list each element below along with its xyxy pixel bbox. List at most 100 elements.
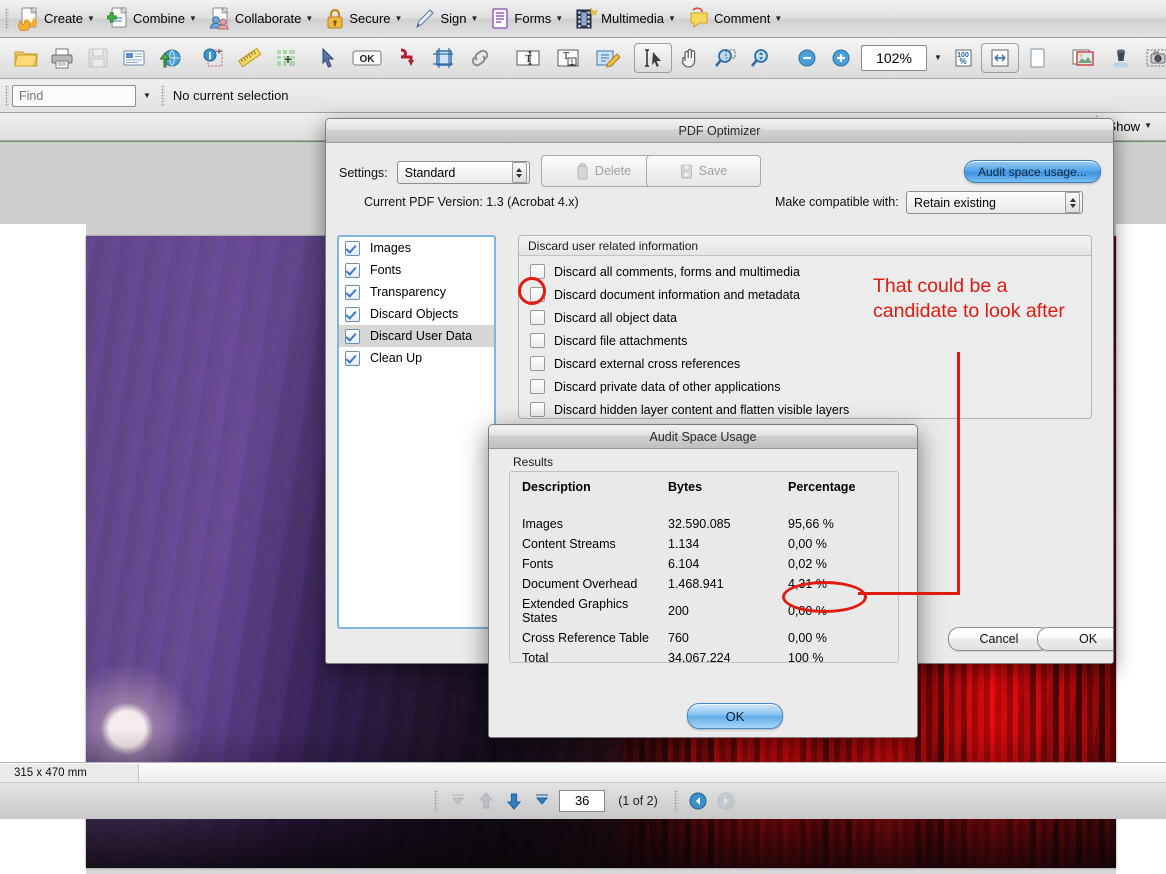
- print-button[interactable]: [44, 43, 80, 73]
- toolbar-grip[interactable]: [5, 7, 9, 30]
- optimizer-ok-button[interactable]: OK: [1037, 627, 1113, 651]
- measure-grid-button[interactable]: [268, 43, 304, 73]
- category-row-images[interactable]: Images: [339, 237, 494, 259]
- redaction-button[interactable]: [390, 43, 426, 73]
- checkbox-checked-icon[interactable]: [345, 306, 360, 322]
- zoom-out-button[interactable]: [790, 43, 824, 73]
- zoom-level-value[interactable]: 102%: [861, 45, 927, 71]
- checkbox-checked-icon[interactable]: [345, 328, 360, 344]
- option-label: Discard all object data: [554, 310, 677, 325]
- actual-size-button[interactable]: 100 %: [945, 43, 981, 73]
- annotation-callout-line-vertical: [957, 352, 960, 594]
- category-row-clean-up[interactable]: Clean Up: [339, 347, 494, 369]
- toolbar-grip[interactable]: [673, 790, 678, 812]
- cell-description: Content Streams: [522, 537, 616, 551]
- email-button[interactable]: [116, 43, 152, 73]
- select-text-tool[interactable]: [634, 43, 672, 73]
- audit-space-usage-dialog[interactable]: Audit Space Usage Results Description By…: [488, 424, 918, 738]
- checkbox-icon[interactable]: [530, 356, 545, 371]
- checkbox-checked-icon[interactable]: [345, 284, 360, 300]
- checkbox-checked-icon[interactable]: [345, 240, 360, 256]
- text-field-button[interactable]: T: [508, 43, 548, 73]
- previous-view-button[interactable]: [687, 790, 709, 812]
- checkbox-icon[interactable]: [530, 310, 545, 325]
- find-toolbar: ▼ No current selection: [0, 79, 1166, 113]
- checkbox-icon[interactable]: [530, 333, 545, 348]
- zoom-level-combo[interactable]: 102% ▼: [861, 45, 942, 71]
- save-settings-button[interactable]: Save: [646, 155, 761, 187]
- marquee-zoom-icon: [714, 49, 736, 67]
- select-object-button[interactable]: [312, 43, 344, 73]
- category-label: Clean Up: [370, 351, 423, 365]
- optimizer-category-list[interactable]: Images Fonts Transparency Discard Object…: [337, 235, 496, 629]
- stepper-arrows-icon[interactable]: [1065, 192, 1080, 213]
- fit-width-button[interactable]: [980, 43, 1019, 73]
- collaborate-button[interactable]: Collaborate ▼: [203, 4, 319, 34]
- image-panel-button[interactable]: [1065, 43, 1103, 73]
- option-row-discard-external-refs[interactable]: Discard external cross references: [519, 352, 1091, 375]
- lock-icon: [325, 7, 345, 31]
- last-page-button[interactable]: [531, 790, 553, 812]
- category-row-discard-objects[interactable]: Discard Objects: [339, 303, 494, 325]
- ink-tool-button[interactable]: [1103, 43, 1139, 73]
- stepper-arrows-icon[interactable]: [511, 162, 527, 183]
- page-number-input[interactable]: 36: [559, 790, 606, 812]
- text-stamp-button[interactable]: T 1: [548, 43, 588, 73]
- previous-page-button[interactable]: [475, 790, 497, 812]
- make-compatible-label: Make compatible with:: [775, 195, 899, 209]
- forms-button[interactable]: Forms ▼: [484, 4, 569, 34]
- edit-text-button[interactable]: [588, 43, 626, 73]
- next-view-button[interactable]: [715, 790, 737, 812]
- cell-percentage: 0,00 %: [788, 537, 827, 551]
- cell-percentage: 100 %: [788, 651, 824, 665]
- category-row-discard-user-data[interactable]: Discard User Data: [339, 325, 494, 347]
- chevron-down-icon[interactable]: ▼: [934, 54, 942, 62]
- checkbox-icon[interactable]: [530, 379, 545, 394]
- toolbar-grip[interactable]: [160, 84, 165, 107]
- chevron-down-icon[interactable]: ▼: [143, 91, 151, 100]
- settings-select[interactable]: Standard: [396, 161, 530, 184]
- link-button[interactable]: [462, 43, 498, 73]
- make-compatible-select[interactable]: Retain existing: [906, 191, 1083, 214]
- navigation-statusbar: 36 (1 of 2): [0, 782, 1166, 819]
- category-row-fonts[interactable]: Fonts: [339, 259, 494, 281]
- arrow-up-icon: [479, 792, 494, 809]
- open-file-button[interactable]: [8, 43, 44, 73]
- marquee-zoom-button[interactable]: [708, 43, 744, 73]
- create-button[interactable]: Create ▼: [12, 4, 101, 34]
- search-input[interactable]: [12, 84, 136, 107]
- snapshot-button[interactable]: [1139, 43, 1166, 73]
- comment-button[interactable]: Comment ▼: [682, 4, 788, 34]
- combine-button[interactable]: Combine ▼: [101, 4, 203, 34]
- stamp-ok-button[interactable]: OK: [344, 43, 390, 73]
- audit-ok-button[interactable]: OK: [687, 703, 783, 729]
- first-page-button[interactable]: [447, 790, 469, 812]
- document-properties-button[interactable]: [196, 43, 232, 73]
- svg-text:OK: OK: [360, 54, 376, 65]
- hand-tool-button[interactable]: [672, 43, 708, 73]
- cell-bytes: 32.590.085: [668, 517, 731, 531]
- checkbox-icon[interactable]: [530, 402, 545, 417]
- audit-space-usage-button[interactable]: Audit space usage...: [964, 160, 1101, 183]
- sign-button[interactable]: Sign ▼: [408, 4, 484, 34]
- optimizer-cancel-button[interactable]: Cancel: [948, 627, 1050, 651]
- zoom-out-icon: [798, 49, 816, 67]
- toolbar-grip[interactable]: [5, 84, 9, 107]
- multimedia-button[interactable]: Multimedia ▼: [569, 4, 682, 34]
- checkbox-checked-icon[interactable]: [345, 350, 360, 366]
- next-page-button[interactable]: [503, 790, 525, 812]
- upload-web-button[interactable]: [152, 43, 188, 73]
- category-row-transparency[interactable]: Transparency: [339, 281, 494, 303]
- zoom-in-button[interactable]: [824, 43, 858, 73]
- option-row-discard-private-data[interactable]: Discard private data of other applicatio…: [519, 375, 1091, 398]
- option-row-discard-file-attachments[interactable]: Discard file attachments: [519, 329, 1091, 352]
- crop-pages-button[interactable]: [426, 43, 462, 73]
- checkbox-checked-icon[interactable]: [345, 262, 360, 278]
- dynamic-zoom-button[interactable]: [744, 43, 780, 73]
- measure-ruler-button[interactable]: [232, 43, 268, 73]
- option-label: Discard hidden layer content and flatten…: [554, 402, 850, 417]
- single-page-button[interactable]: [1019, 43, 1055, 73]
- toolbar-grip[interactable]: [434, 790, 439, 812]
- secure-button[interactable]: Secure ▼: [319, 4, 408, 34]
- option-row-discard-hidden-layers[interactable]: Discard hidden layer content and flatten…: [519, 398, 1091, 421]
